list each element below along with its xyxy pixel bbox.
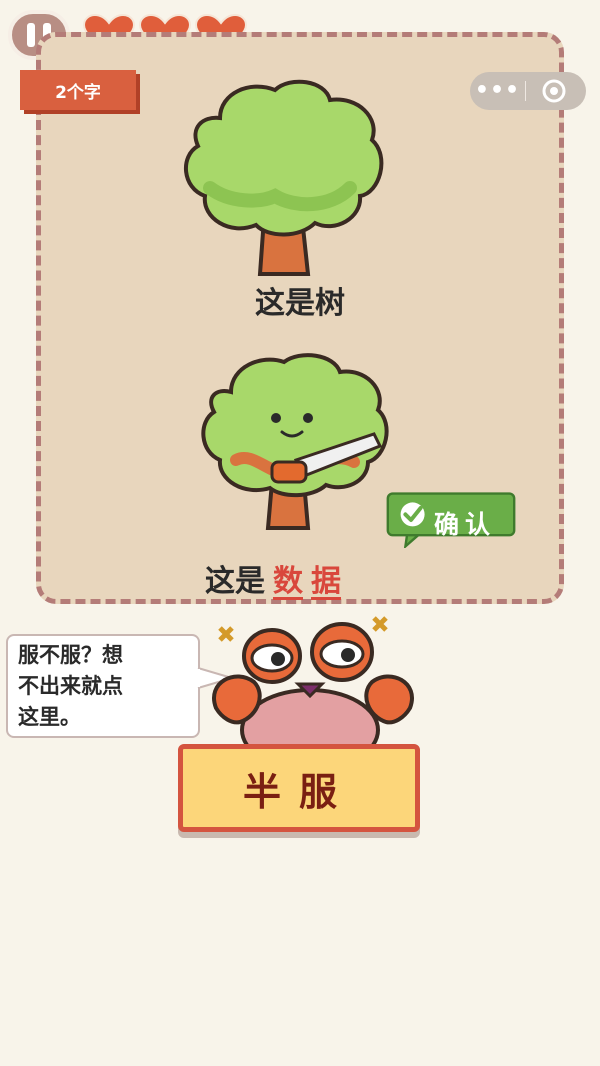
tree-with-saw-image[interactable] — [196, 352, 396, 532]
crab-mascot-image — [212, 616, 414, 752]
caption-prefix: 这是 — [205, 564, 265, 599]
hint-speech-bubble: 服不服？想 不出来就点 这里。 — [6, 634, 200, 738]
pause-bar-left — [27, 23, 35, 47]
more-dots-icon[interactable]: ••• — [470, 72, 525, 110]
caption-word-ju[interactable]: 据 — [311, 564, 341, 599]
bubble-line-3: 这里。 — [18, 705, 81, 729]
bubble-line-1: 服不服？想 — [18, 643, 123, 667]
confirm-label: 确认 — [434, 510, 497, 539]
bubble-line-2: 不出来就点 — [18, 674, 123, 698]
caption-this-is-data: 这是数据 — [205, 556, 341, 600]
caption-word-shu[interactable]: 数 — [273, 564, 303, 599]
mini-program-capsule[interactable]: ••• — [470, 72, 586, 110]
target-circle-icon[interactable] — [526, 78, 581, 104]
caption-this-is-tree: 这是树 — [255, 286, 345, 321]
character-count-badge: 2个字 — [20, 70, 136, 110]
half-surrender-hint-button[interactable]: 半服 — [178, 744, 420, 832]
tree-image — [183, 79, 384, 276]
